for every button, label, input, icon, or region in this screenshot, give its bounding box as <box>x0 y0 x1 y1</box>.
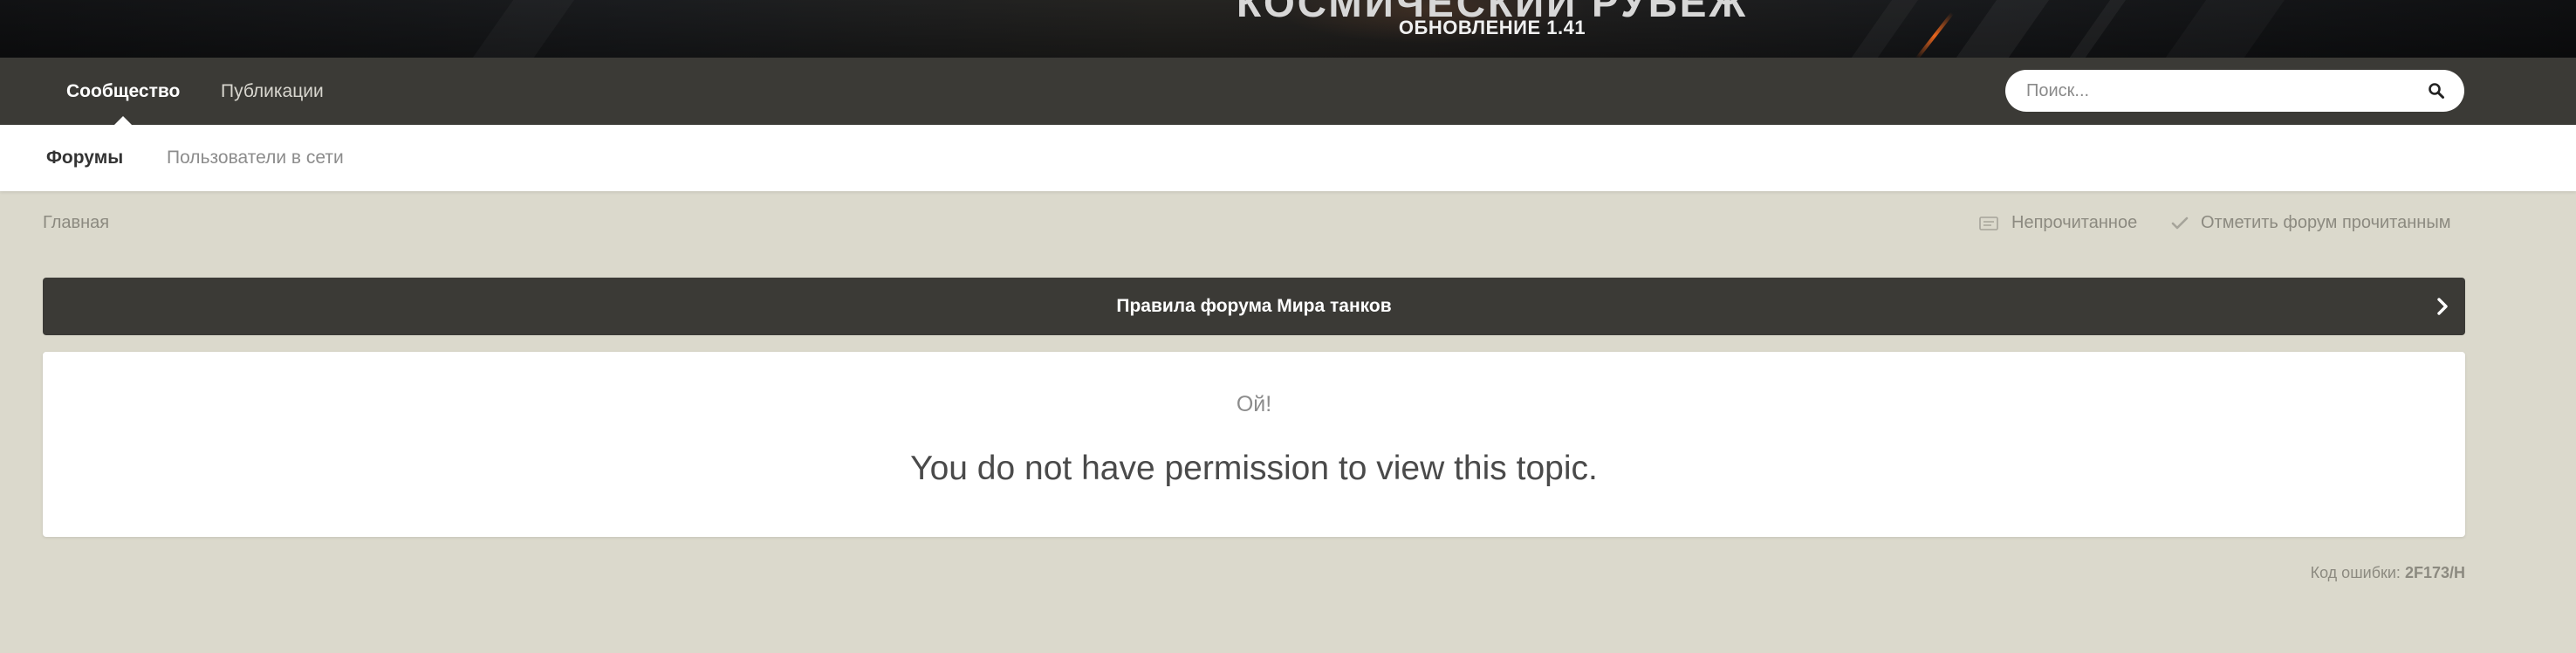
banner-stripe <box>452 0 586 58</box>
banner-stripe <box>1830 0 1931 58</box>
mark-forum-read-label: Отметить форум прочитанным <box>2201 213 2451 232</box>
forum-rules-bar[interactable]: Правила форума Мира танков <box>43 278 2465 335</box>
subnav-tab-forums[interactable]: Форумы <box>46 125 123 191</box>
search-input[interactable] <box>2026 70 2410 112</box>
unread-label: Непрочитанное <box>2011 213 2138 232</box>
active-tab-caret <box>114 116 133 125</box>
error-message: You do not have permission to view this … <box>910 450 1598 487</box>
error-heading: Ой! <box>1236 392 1272 416</box>
subnav-tab-online-users[interactable]: Пользователи в сети <box>167 125 344 191</box>
mark-forum-read-link[interactable]: Отметить форум прочитанным <box>2171 213 2465 236</box>
search-icon[interactable] <box>2428 82 2445 100</box>
nav-tab-community[interactable]: Сообщество <box>66 58 180 125</box>
forum-rules-label: Правила форума Мира танков <box>1116 296 1392 316</box>
unread-icon <box>1979 217 1998 230</box>
banner-stripe <box>2145 0 2297 58</box>
error-code-value: 2F173/H <box>2404 564 2465 581</box>
error-card: Ой! You do not have permission to view t… <box>43 352 2465 537</box>
search-box <box>2005 70 2464 112</box>
breadcrumb-home[interactable]: Главная <box>43 213 109 233</box>
nav-tab-label: Публикации <box>221 81 324 101</box>
error-code-label: Код ошибки: <box>2310 564 2401 581</box>
site-banner[interactable]: КОСМИЧЕСКИЙ РУБЕЖ ОБНОВЛЕНИЕ 1.41 <box>0 0 2576 58</box>
checkmark-icon <box>2171 217 2189 230</box>
error-code: Код ошибки: 2F173/H <box>2311 564 2465 582</box>
banner-stripe <box>2048 0 2139 58</box>
banner-stripe <box>1935 0 2062 58</box>
nav-tab-publications[interactable]: Публикации <box>221 58 324 125</box>
unread-link[interactable]: Непрочитанное <box>1979 213 2147 236</box>
banner-subtitle: ОБНОВЛЕНИЕ 1.41 <box>1398 17 1586 38</box>
nav-tab-label: Сообщество <box>66 81 181 101</box>
primary-nav: Сообщество Публикации <box>0 58 2576 125</box>
banner-spark <box>1915 11 1954 58</box>
secondary-nav: Форумы Пользователи в сети <box>0 125 2576 191</box>
chevron-right-icon <box>2437 298 2448 315</box>
